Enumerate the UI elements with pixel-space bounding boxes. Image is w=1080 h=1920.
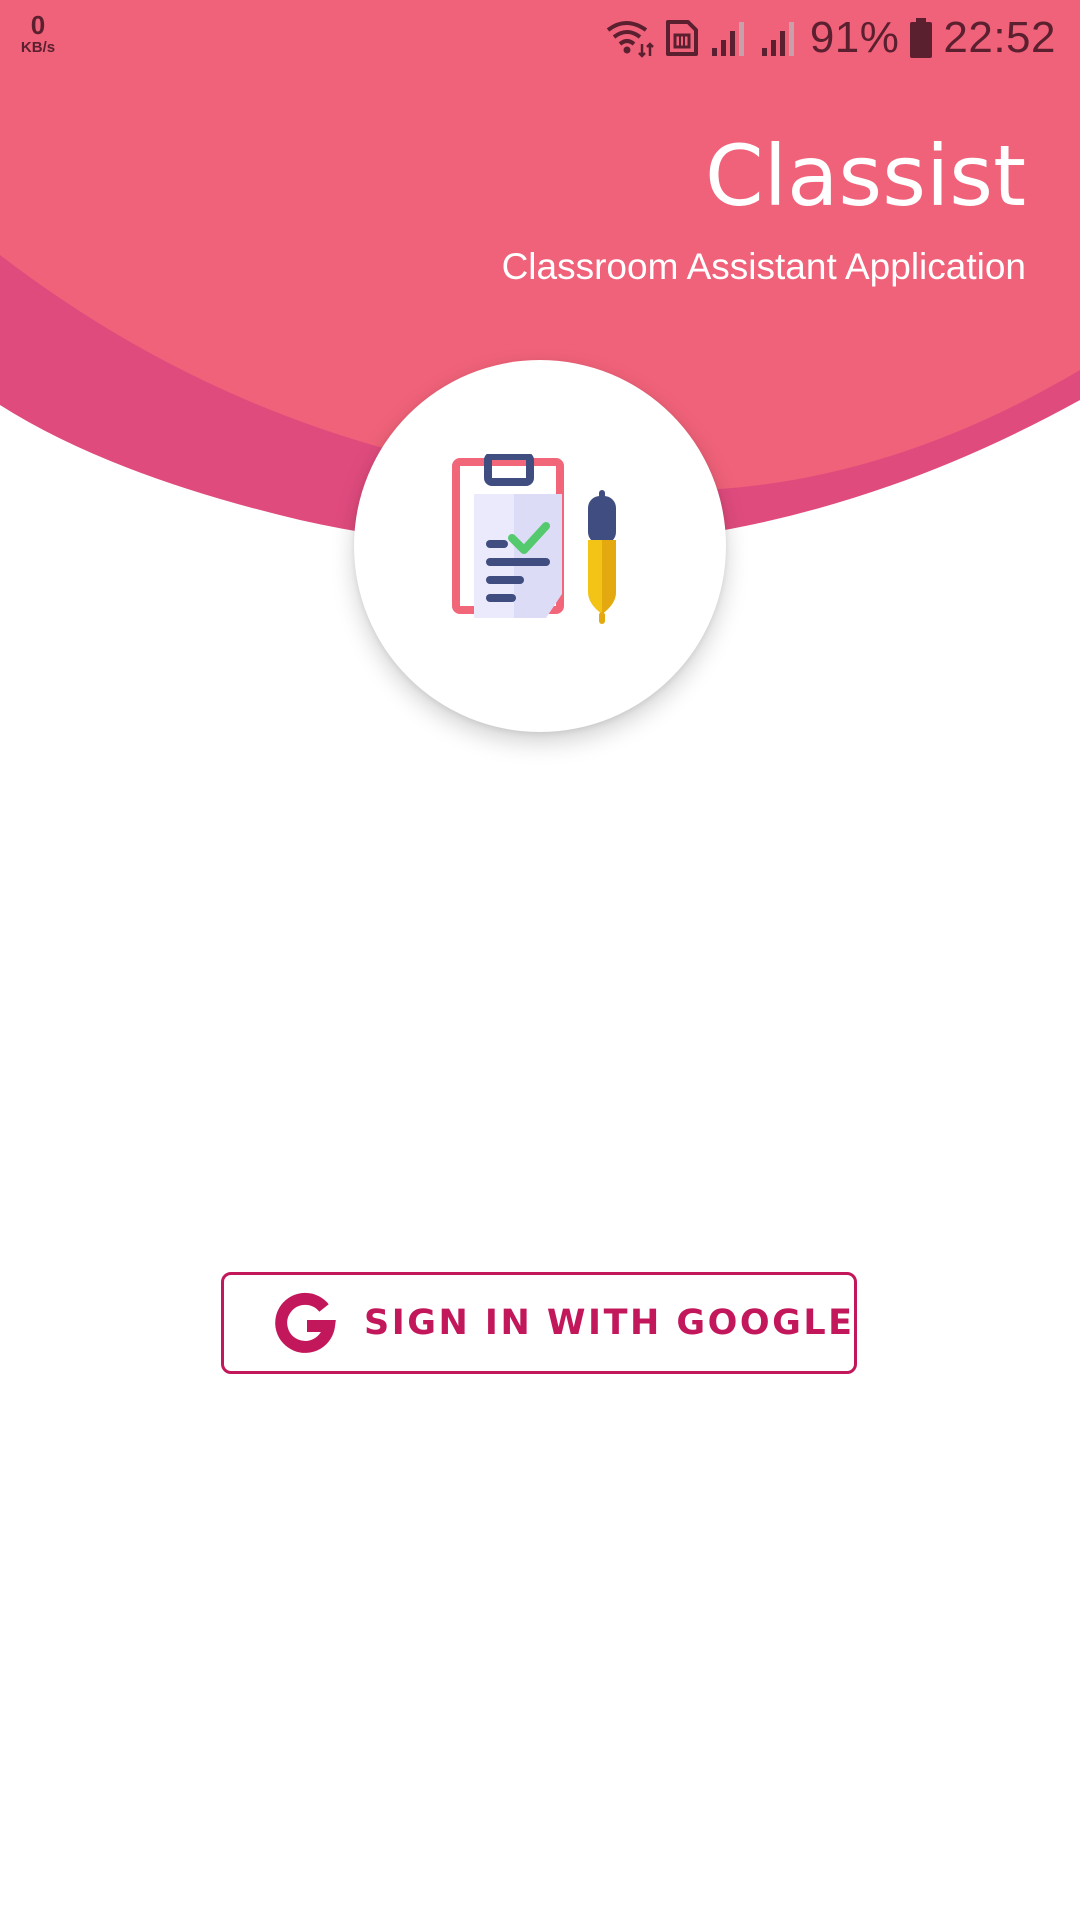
status-bar: 0 KB/s 91% 22:52 [0, 0, 1080, 72]
app-title: Classist [704, 127, 1026, 225]
status-icons: 91% 22:52 [606, 10, 1056, 66]
battery-icon [910, 18, 933, 58]
battery-percent: 91% [809, 13, 900, 62]
network-speed-value: 0 [30, 10, 46, 40]
network-speed-unit: KB/s [20, 39, 56, 56]
signal-icon [761, 22, 794, 56]
sign-in-label: SIGN IN WITH GOOGLE [364, 1303, 855, 1343]
wifi-icon [606, 21, 654, 58]
signal-icon [711, 22, 744, 56]
sim-card-icon [665, 20, 698, 56]
app-logo [354, 360, 726, 732]
sign-in-screen: 0 KB/s 91% 22:52 Classist Classroom Assi… [0, 0, 1080, 1920]
sign-in-with-google-button[interactable]: SIGN IN WITH GOOGLE [221, 1272, 857, 1374]
clock: 22:52 [943, 13, 1056, 62]
network-speed: 0 KB/s [16, 12, 60, 55]
clipboard-checklist-pen-icon [452, 454, 616, 624]
app-subtitle: Classroom Assistant Application [501, 246, 1026, 287]
google-icon [274, 1292, 336, 1354]
